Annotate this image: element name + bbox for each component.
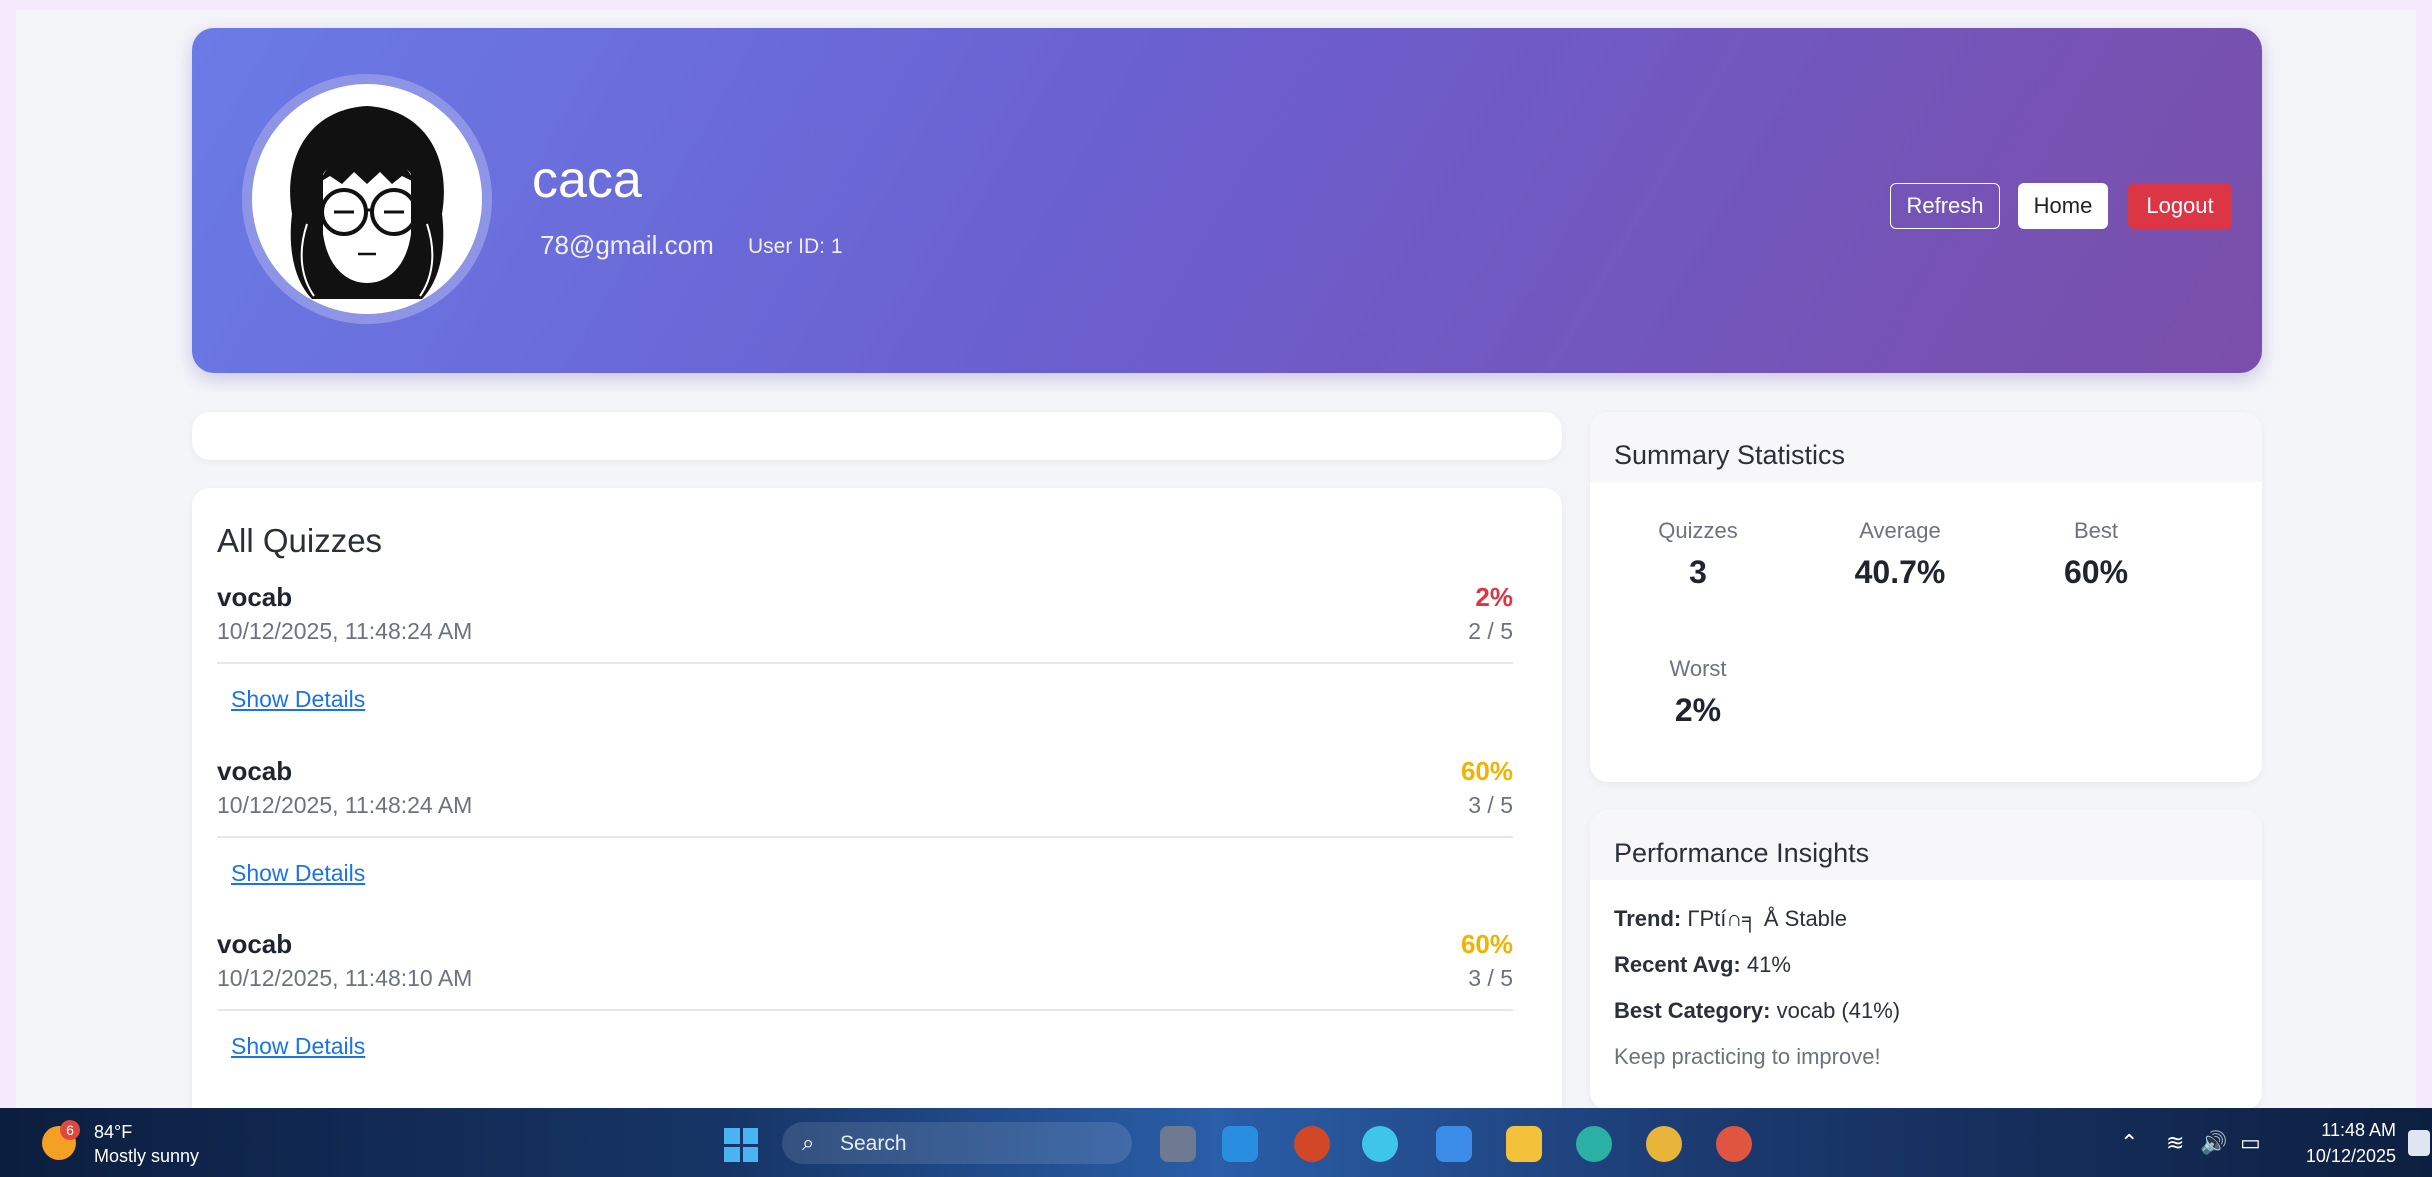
stat-value: 3 [1689,554,1707,590]
show-details-link[interactable]: Show Details [231,860,365,887]
stat-quizzes: Quizzes 3 [1618,518,1778,591]
vscode-icon[interactable] [1222,1126,1258,1162]
quiz-list-card: All Quizzes vocab 10/12/2025, 11:48:24 A… [192,488,1562,1108]
page: caca 78@gmail.com User ID: 1 Refresh Hom… [16,10,2416,1108]
card-header: Summary Statistics [1590,412,2262,482]
show-details-link[interactable]: Show Details [231,686,365,713]
quiz-score: 60% [1460,929,1513,959]
file-explorer-icon[interactable] [1506,1126,1542,1162]
home-button[interactable]: Home [2018,183,2108,229]
task-view-icon[interactable] [1160,1126,1196,1162]
powerpoint-icon[interactable] [1294,1126,1330,1162]
quiz-date: 10/12/2025, 11:48:24 AM [217,618,473,644]
store-icon[interactable] [1436,1126,1472,1162]
insight-value: vocab (41%) [1770,998,1901,1023]
insight-value: ΓPtí∩╕ Å Stable [1681,906,1848,931]
quiz-count: 3 / 5 [1468,965,1513,991]
divider [217,836,1513,838]
insight-best-category: Best Category: vocab (41%) [1614,998,1900,1024]
stat-label: Quizzes [1658,518,1738,543]
insight-trend: Trend: ΓPtí∩╕ Å Stable [1614,906,1847,932]
quiz-date: 10/12/2025, 11:48:24 AM [217,792,473,818]
battery-icon[interactable]: ▭ [2240,1130,2261,1156]
weather-description[interactable]: Mostly sunny [94,1146,199,1167]
stat-label: Worst [1669,656,1727,681]
quiz-item: vocab 10/12/2025, 11:48:24 AM 2% 2 / 5 S… [217,582,1537,732]
username: caca [532,151,642,209]
windows-start-icon[interactable] [724,1128,758,1162]
copilot-icon[interactable] [1362,1126,1398,1162]
empty-panel [192,412,1562,460]
performance-insights-card: Performance Insights Trend: ΓPtí∩╕ Å Sta… [1590,810,2262,1108]
chrome-icon[interactable] [1646,1126,1682,1162]
quiz-name: vocab [217,756,293,786]
insight-recent-avg: Recent Avg: 41% [1614,952,1791,978]
stat-value: 2% [1674,692,1722,728]
stat-average: Average 40.7% [1820,518,1980,591]
clock-date[interactable]: 10/12/2025 [2296,1146,2396,1167]
profile-header: caca 78@gmail.com User ID: 1 Refresh Hom… [192,28,2262,373]
show-details-link[interactable]: Show Details [231,1033,365,1060]
clock-time[interactable]: 11:48 AM [2306,1120,2396,1141]
weather-temperature[interactable]: 84°F [94,1122,132,1143]
quiz-date: 10/12/2025, 11:48:10 AM [217,965,473,991]
insight-note: Keep practicing to improve! [1614,1044,1881,1069]
avatar [242,74,492,324]
quiz-name: vocab [217,582,293,612]
search-label: Search [840,1132,907,1155]
taskbar-search[interactable]: ⌕ Search [782,1122,1132,1164]
refresh-button[interactable]: Refresh [1890,183,2000,229]
notification-icon[interactable] [2408,1130,2430,1156]
summary-statistics-card: Summary Statistics Quizzes 3 Average 40.… [1590,412,2262,782]
quiz-count: 2 / 5 [1468,618,1513,644]
quiz-score: 60% [1460,756,1513,786]
insight-value: 41% [1740,952,1791,977]
wifi-icon[interactable]: ≋ [2166,1130,2184,1156]
insights-title: Performance Insights [1614,838,1870,868]
chevron-up-icon[interactable]: ⌃ [2120,1130,2138,1156]
quiz-item: vocab 10/12/2025, 11:48:10 AM 60% 3 / 5 … [217,929,1537,1079]
quiz-count: 3 / 5 [1468,792,1513,818]
volume-icon[interactable]: 🔊 [2200,1130,2227,1156]
card-header: Performance Insights [1590,810,2262,880]
stat-label: Best [2073,518,2119,543]
quiz-name: vocab [217,929,293,959]
edge-icon[interactable] [1576,1126,1612,1162]
weather-badge: 6 [60,1120,80,1140]
insight-label: Trend: [1614,906,1682,931]
divider [217,1009,1513,1011]
user-email: 78@gmail.com [540,230,714,260]
divider [217,662,1513,664]
avatar-illustration [252,84,482,314]
insight-label: Recent Avg: [1614,952,1741,977]
logout-button[interactable]: Logout [2128,183,2232,229]
insight-label: Best Category: [1614,998,1771,1023]
user-id: User ID: 1 [748,235,843,258]
stat-label: Average [1859,518,1941,543]
summary-title: Summary Statistics [1614,440,1846,470]
quiz-list-title: All Quizzes [217,522,383,559]
chrome-profile-icon[interactable] [1716,1126,1752,1162]
search-icon: ⌕ [802,1130,815,1155]
stat-worst: Worst 2% [1618,656,1778,729]
stat-value: 40.7% [1854,554,1946,590]
quiz-item: vocab 10/12/2025, 11:48:24 AM 60% 3 / 5 … [217,756,1537,906]
stat-best: Best 60% [2016,518,2176,591]
stat-value: 60% [2063,554,2129,590]
taskbar: 6 84°F Mostly sunny ⌕ Search ⌃ ≋ 🔊 ▭ 11:… [0,1108,2432,1177]
quiz-score: 2% [1475,582,1513,612]
